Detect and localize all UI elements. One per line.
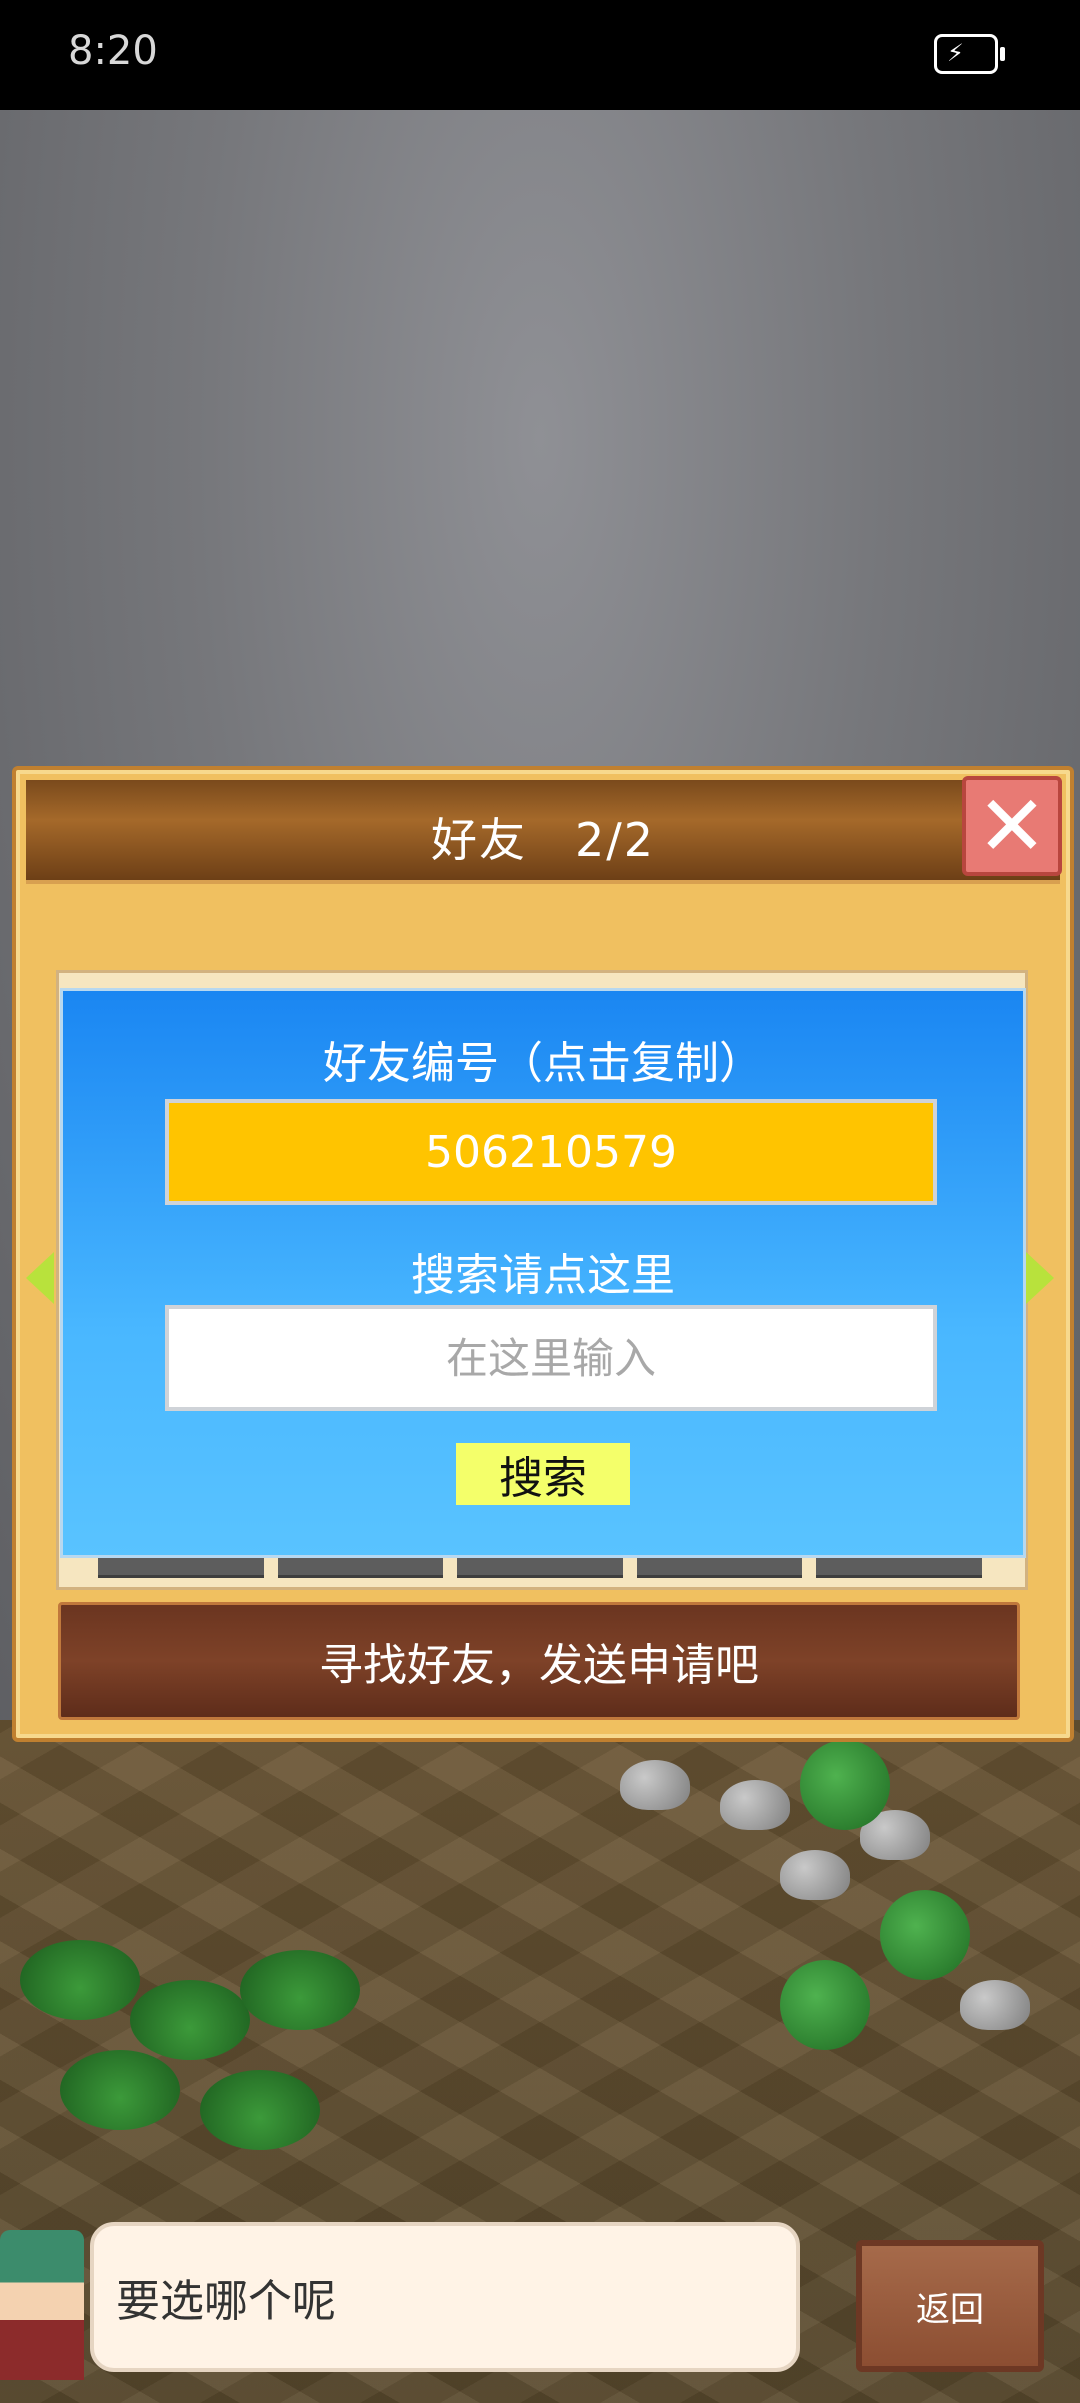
slot <box>277 1558 444 1578</box>
back-button[interactable]: 返回 <box>856 2240 1044 2372</box>
advisor-avatar <box>0 2230 84 2380</box>
close-button[interactable]: ✕ <box>962 776 1062 876</box>
slot <box>816 1558 982 1578</box>
rock <box>620 1760 690 1810</box>
friend-id-copy-button[interactable]: 506210579 <box>165 1099 937 1205</box>
rock <box>780 1850 850 1900</box>
info-bar: 寻找好友，发送申请吧 <box>58 1602 1020 1720</box>
search-button[interactable]: 搜索 <box>456 1443 630 1505</box>
speech-bubble: 要选哪个呢 <box>90 2222 800 2372</box>
palm-tree <box>130 1980 250 2060</box>
tree <box>880 1890 970 1980</box>
status-bar: 8:20 ⚡ <box>0 0 1080 110</box>
prev-page-arrow-icon[interactable] <box>26 1252 54 1304</box>
slot <box>636 1558 803 1578</box>
dialog-header: 好友 2/2 <box>26 780 1060 884</box>
tree <box>800 1740 890 1830</box>
speech-text: 要选哪个呢 <box>116 2276 336 2327</box>
slot-bar <box>98 1558 982 1578</box>
search-input[interactable] <box>165 1305 937 1411</box>
rock <box>960 1980 1030 2030</box>
search-label: 搜索请点这里 <box>411 1250 675 1301</box>
dialog-title: 好友 2/2 <box>430 813 656 867</box>
palm-tree <box>240 1950 360 2030</box>
palm-tree <box>20 1940 140 2020</box>
slot <box>457 1558 623 1578</box>
friend-id-label: 好友编号（点击复制） <box>323 1038 763 1089</box>
close-icon: ✕ <box>976 777 1048 875</box>
tree <box>780 1960 870 2050</box>
palm-tree <box>200 2070 320 2150</box>
next-page-arrow-icon[interactable] <box>1026 1252 1054 1304</box>
palm-tree <box>60 2050 180 2130</box>
battery-charging-icon: ⚡ <box>934 34 1005 74</box>
slot <box>98 1558 264 1578</box>
rock <box>720 1780 790 1830</box>
friend-panel: 好友编号（点击复制） 506210579 搜索请点这里 搜索 <box>60 988 1026 1558</box>
status-time: 8:20 <box>68 28 158 74</box>
